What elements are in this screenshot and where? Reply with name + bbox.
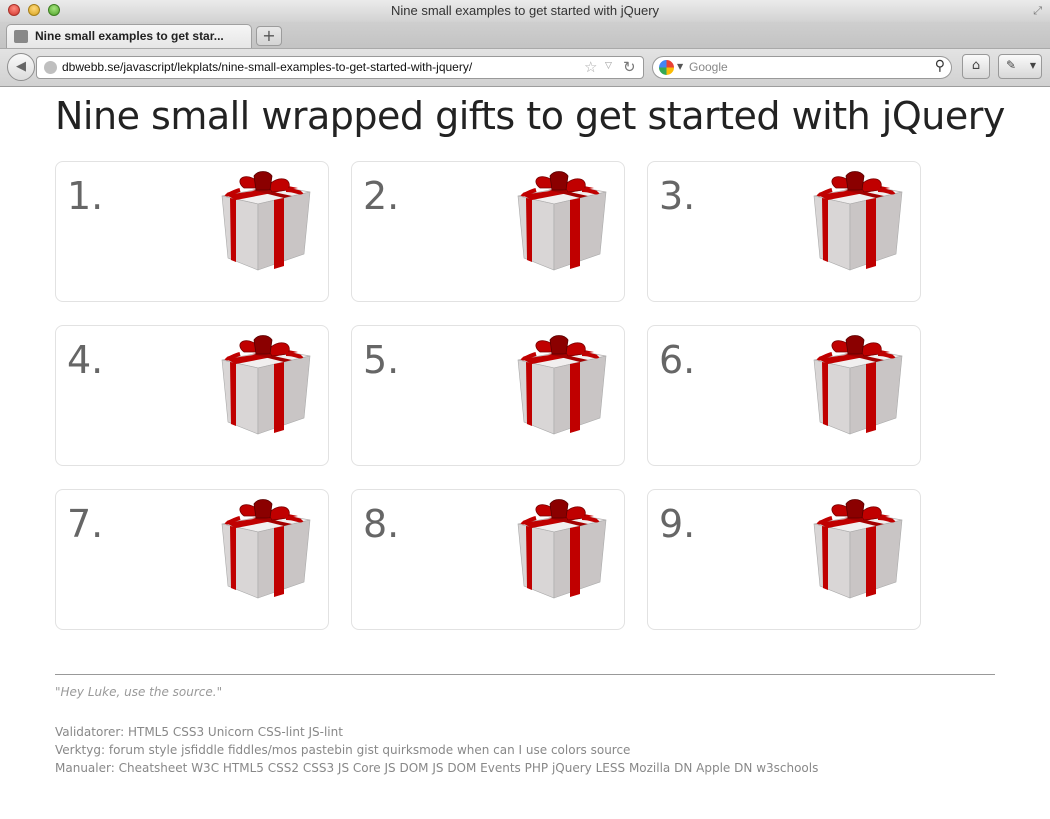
- footer-link[interactable]: Unicorn: [208, 725, 254, 739]
- footer-link[interactable]: fiddles/mos: [228, 743, 297, 757]
- tab-title: Nine small examples to get star...: [35, 29, 224, 43]
- gift-card[interactable]: 7.: [55, 489, 329, 630]
- home-icon: ⌂: [971, 58, 981, 73]
- footer-link[interactable]: Cheatsheet: [119, 761, 188, 775]
- gift-card[interactable]: 1.: [55, 161, 329, 302]
- gift-card[interactable]: 8.: [351, 489, 625, 630]
- footer-link[interactable]: colors: [551, 743, 587, 757]
- gift-card[interactable]: 9.: [647, 489, 921, 630]
- manuals-label: Manualer:: [55, 761, 115, 775]
- home-button[interactable]: ⌂: [962, 54, 990, 79]
- search-bar[interactable]: ▼ Google ⚲: [652, 56, 952, 79]
- gift-number: 7.: [67, 502, 104, 546]
- footer-link[interactable]: CSS3: [173, 725, 204, 739]
- footer-link[interactable]: jQuery: [552, 761, 592, 775]
- footer-link[interactable]: CSS2: [268, 761, 299, 775]
- footer-link[interactable]: Apple DN: [696, 761, 752, 775]
- address-bar[interactable]: dbwebb.se/javascript/lekplats/nine-small…: [36, 56, 644, 79]
- validators-links: HTML5 CSS3 Unicorn CSS-lint JS-lint: [128, 725, 343, 739]
- footer-tools: Verktyg: forum style jsfiddle fiddles/mo…: [55, 743, 630, 757]
- validators-label: Validatorer:: [55, 725, 125, 739]
- engine-dropdown-icon[interactable]: ▼: [677, 62, 683, 71]
- page-content: Nine small wrapped gifts to get started …: [0, 87, 1050, 819]
- gift-number: 4.: [67, 338, 104, 382]
- footer-link[interactable]: JS Core: [338, 761, 381, 775]
- title-bar: Nine small examples to get started with …: [0, 0, 1050, 22]
- tab-bar: Nine small examples to get star... +: [0, 22, 1050, 49]
- gift-number: 8.: [363, 502, 400, 546]
- gift-box-icon[interactable]: [510, 170, 614, 276]
- bookmark-star-icon[interactable]: ☆: [584, 58, 597, 76]
- navigation-toolbar: ◀ dbwebb.se/javascript/lekplats/nine-sma…: [0, 49, 1050, 87]
- footer-link[interactable]: forum style: [109, 743, 177, 757]
- eyedropper-icon: ✎: [1006, 58, 1017, 72]
- gift-box-icon[interactable]: [214, 170, 318, 276]
- footer-link[interactable]: quirksmode: [382, 743, 453, 757]
- google-engine-icon[interactable]: [659, 60, 674, 75]
- footer-link[interactable]: source: [591, 743, 631, 757]
- page-favicon-icon: [14, 30, 28, 43]
- gift-number: 3.: [659, 174, 696, 218]
- gift-number: 6.: [659, 338, 696, 382]
- gift-box-icon[interactable]: [214, 498, 318, 604]
- footer-link[interactable]: CSS-lint: [258, 725, 305, 739]
- footer-link[interactable]: HTML5: [223, 761, 264, 775]
- footer-link[interactable]: jsfiddle: [181, 743, 224, 757]
- url-text[interactable]: dbwebb.se/javascript/lekplats/nine-small…: [62, 60, 472, 74]
- footer-link[interactable]: W3C: [191, 761, 219, 775]
- footer-link[interactable]: HTML5: [128, 725, 169, 739]
- gift-card[interactable]: 6.: [647, 325, 921, 466]
- window-title: Nine small examples to get started with …: [390, 3, 660, 18]
- footer-link[interactable]: LESS: [596, 761, 626, 775]
- footer-validators: Validatorer: HTML5 CSS3 Unicorn CSS-lint…: [55, 725, 343, 739]
- history-dropdown-icon[interactable]: ▽: [605, 61, 612, 71]
- search-input[interactable]: Google: [689, 60, 728, 74]
- footer-link[interactable]: CSS3: [303, 761, 334, 775]
- gift-number: 2.: [363, 174, 400, 218]
- footer-link[interactable]: JS-lint: [308, 725, 342, 739]
- footer-link[interactable]: PHP: [525, 761, 549, 775]
- gift-number: 9.: [659, 502, 696, 546]
- footer-link[interactable]: Mozilla DN: [629, 761, 692, 775]
- gift-number: 1.: [67, 174, 104, 218]
- footer-link[interactable]: JS DOM Events: [432, 761, 520, 775]
- fullscreen-icon[interactable]: ⤢: [1033, 4, 1042, 18]
- page-title: Nine small wrapped gifts to get started …: [55, 94, 1005, 138]
- footer-manuals: Manualer: Cheatsheet W3C HTML5 CSS2 CSS3…: [55, 761, 818, 775]
- gift-card[interactable]: 5.: [351, 325, 625, 466]
- back-button[interactable]: ◀: [7, 53, 35, 81]
- manuals-links: Cheatsheet W3C HTML5 CSS2 CSS3 JS Core J…: [119, 761, 819, 775]
- tools-label: Verktyg:: [55, 743, 106, 757]
- globe-icon: [44, 61, 57, 74]
- chevron-down-icon: ▼: [1029, 61, 1036, 70]
- gift-box-icon[interactable]: [806, 334, 910, 440]
- tools-menu-button[interactable]: ✎ ▼: [998, 54, 1042, 79]
- browser-window: Nine small examples to get started with …: [0, 0, 1050, 819]
- tools-links: forum style jsfiddle fiddles/mos pastebi…: [109, 743, 631, 757]
- gift-card[interactable]: 3.: [647, 161, 921, 302]
- gift-box-icon[interactable]: [806, 170, 910, 276]
- back-arrow-icon: ◀: [16, 59, 26, 74]
- tab-active[interactable]: Nine small examples to get star...: [6, 24, 252, 48]
- footer-link[interactable]: pastebin: [301, 743, 353, 757]
- footer-link[interactable]: gist: [357, 743, 379, 757]
- reload-icon[interactable]: ↻: [623, 58, 636, 76]
- gift-box-icon[interactable]: [214, 334, 318, 440]
- gift-box-icon[interactable]: [510, 334, 614, 440]
- gift-box-icon[interactable]: [510, 498, 614, 604]
- footer-quote: "Hey Luke, use the source.": [55, 685, 223, 699]
- footer-divider: [55, 674, 995, 675]
- search-icon[interactable]: ⚲: [935, 58, 945, 74]
- footer-link[interactable]: when can I use: [457, 743, 547, 757]
- gift-card[interactable]: 4.: [55, 325, 329, 466]
- gift-box-icon[interactable]: [806, 498, 910, 604]
- gift-card[interactable]: 2.: [351, 161, 625, 302]
- footer-link[interactable]: w3schools: [756, 761, 818, 775]
- gift-number: 5.: [363, 338, 400, 382]
- footer-link[interactable]: JS DOM: [385, 761, 429, 775]
- new-tab-button[interactable]: +: [256, 26, 282, 46]
